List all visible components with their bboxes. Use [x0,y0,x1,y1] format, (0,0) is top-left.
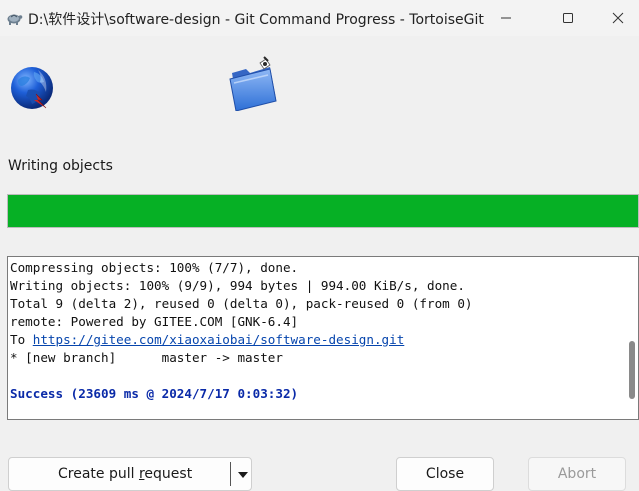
tortoisegit-icon [7,14,23,25]
log-line-remote: To https://gitee.com/xiaoxaiobai/softwar… [10,331,622,349]
globe-icon [11,67,53,109]
chevron-down-icon[interactable] [236,470,250,480]
log-line: Total 9 (delta 2), reused 0 (delta 0), p… [10,296,473,311]
close-window-button[interactable] [595,0,639,36]
minimize-button[interactable] [483,0,529,36]
log-to-prefix: To [10,332,33,347]
progress-bar [7,194,639,228]
log-line: Compressing objects: 100% (7/7), done. [10,260,299,275]
folder-icon [229,56,277,111]
command-output-log[interactable]: Compressing objects: 100% (7/7), done. W… [7,256,639,420]
log-line-blank [10,367,622,385]
log-line-branch: * [new branch] master -> master [10,350,283,365]
split-divider [230,462,231,486]
create-pull-request-label: Create pull request [58,466,193,482]
remote-url-link[interactable]: https://gitee.com/xiaoxaiobai/software-d… [33,332,405,347]
minimize-icon [501,17,511,19]
close-icon [612,12,624,24]
log-line: Writing objects: 100% (9/9), 994 bytes |… [10,278,465,293]
create-pull-request-button[interactable]: Create pull request [8,457,252,491]
vertical-scrollbar[interactable] [626,257,638,419]
window-title: D:\软件设计\software-design - Git Command Pr… [28,12,484,28]
log-line: remote: Powered by GITEE.COM [GNK-6.4] [10,314,299,329]
maximize-icon [563,13,573,23]
title-bar: D:\软件设计\software-design - Git Command Pr… [0,0,639,36]
log-content: Compressing objects: 100% (7/7), done. W… [10,259,622,403]
close-button[interactable]: Close [396,457,494,491]
status-label: Writing objects [8,158,113,174]
maximize-button[interactable] [545,0,591,36]
progress-fill [8,195,638,227]
success-message: Success (23609 ms @ 2024/7/17 0:03:32) [10,386,299,401]
scroll-thumb[interactable] [629,341,635,399]
abort-button: Abort [528,457,626,491]
